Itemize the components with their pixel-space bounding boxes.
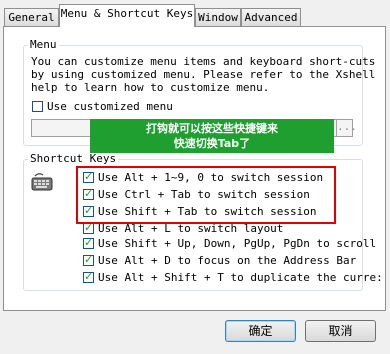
menu-description-line-1: You can customize menu items and keyboar… [31, 55, 376, 68]
tab-advanced[interactable]: Advanced [241, 8, 301, 26]
shortcut-label-7: Use Alt + Shift + T to duplicate the cur… [98, 271, 383, 284]
shortcut-checkbox-7[interactable] [83, 270, 94, 283]
menu-description-line-2: by using customized menu. Please refer t… [31, 68, 376, 81]
shortcut-checkbox-4[interactable] [83, 221, 94, 234]
cancel-button[interactable]: 取消 [305, 320, 376, 342]
use-customized-menu-checkbox[interactable] [32, 101, 43, 112]
highlight-box [76, 166, 336, 224]
tab-menu-shortcut-keys[interactable]: Menu & Shortcut Keys [59, 4, 195, 27]
annotation-line-2: 快速切换Tab了 [173, 137, 251, 150]
annotation-tooltip: 打钩就可以按这些快捷键来 快速切换Tab了 [90, 119, 334, 153]
ok-button[interactable]: 确定 [225, 320, 296, 342]
keyboard-icon [31, 173, 53, 191]
shortcut-keys-title: Shortcut Keys [28, 152, 119, 165]
tab-bar: General Menu & Shortcut Keys Window Adva… [0, 0, 390, 28]
annotation-line-1: 打钩就可以按这些快捷键来 [146, 122, 278, 135]
menu-description-line-3: help to learn how to customize menu. [31, 81, 270, 94]
tab-window[interactable]: Window [195, 8, 241, 26]
tab-general[interactable]: General [4, 8, 59, 26]
shortcut-label-5: Use Shift + Up, Down, PgUp, PgDn to scro… [98, 237, 377, 250]
menu-group-title: Menu [28, 38, 59, 51]
shortcut-checkbox-5[interactable] [83, 236, 94, 249]
shortcut-label-6: Use Alt + D to focus on the Address Bar [98, 254, 357, 267]
shortcut-checkbox-6[interactable] [83, 253, 94, 266]
use-customized-menu-label: Use customized menu [47, 100, 173, 113]
browse-button[interactable]: ... [336, 119, 357, 137]
